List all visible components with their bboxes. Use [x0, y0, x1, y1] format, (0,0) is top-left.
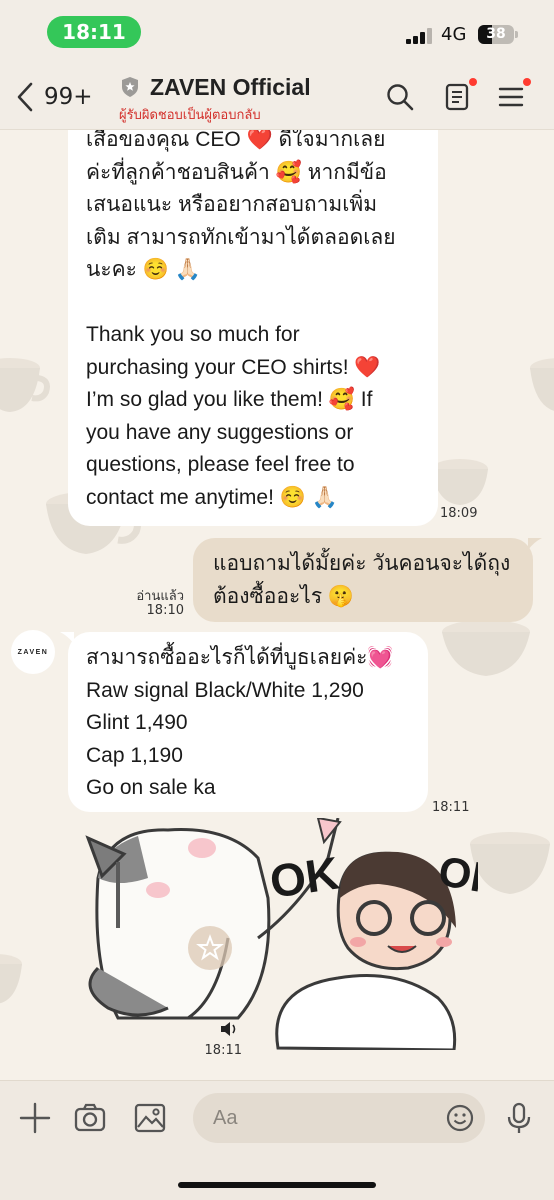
avatar[interactable]: ZAVEN [11, 630, 55, 674]
coffee-cup-icon [470, 832, 550, 894]
back-button[interactable]: 99+ [14, 80, 93, 114]
image-icon[interactable] [133, 1101, 167, 1135]
avatar-text: ZAVEN [17, 648, 49, 656]
message-time: 18:11 [204, 1043, 242, 1058]
shield-icon [122, 77, 138, 97]
message-input[interactable] [213, 1103, 433, 1133]
message-text: เสื้อของคุณ CEO ❤️ ดีใจมากเลย ค่ะที่ลูกค… [86, 130, 396, 509]
sticker-message[interactable]: OK OK [78, 816, 505, 1052]
coffee-cup-icon [442, 620, 530, 676]
battery-icon: 38 [478, 25, 514, 44]
sticker-image: OK OK [85, 816, 505, 1052]
camera-icon[interactable] [73, 1101, 107, 1135]
chat-area[interactable]: เสื้อของคุณ CEO ❤️ ดีใจมากเลย ค่ะที่ลูกค… [0, 130, 554, 1080]
message-text: สามารถซื้ออะไรก็ได้ที่บูธเลยค่ะ💓 Raw sig… [86, 646, 394, 799]
search-icon[interactable] [385, 82, 415, 112]
sticker-ok-left: OK [267, 847, 343, 908]
message-time: 18:09 [440, 506, 478, 521]
status-bar: 18:11 4G 38 [0, 0, 554, 62]
battery-level: 38 [486, 26, 506, 42]
message-bubble-received[interactable]: สามารถซื้ออะไรก็ได้ที่บูธเลยค่ะ💓 Raw sig… [68, 632, 428, 812]
home-indicator[interactable] [178, 1182, 376, 1188]
message-input-container[interactable] [193, 1093, 485, 1143]
coffee-cup-icon [0, 954, 22, 1004]
menu-icon[interactable] [497, 82, 527, 112]
menu-notification-dot [523, 78, 531, 86]
chat-subtitle: ผู้รับผิดชอบเป็นผู้ตอบกลับ [119, 107, 261, 122]
bubble-tail [528, 538, 542, 550]
chevron-left-icon [17, 82, 33, 112]
battery-cap [515, 31, 518, 38]
message-time: 18:10 [146, 603, 184, 618]
notes-icon[interactable] [443, 82, 473, 112]
unread-count: 99+ [44, 84, 93, 110]
cellular-signal-icon [406, 28, 432, 44]
plus-icon[interactable] [18, 1101, 52, 1135]
speaker-icon[interactable] [220, 1022, 238, 1036]
coffee-cup-icon [530, 358, 554, 411]
message-bubble-received[interactable]: เสื้อของคุณ CEO ❤️ ดีใจมากเลย ค่ะที่ลูกค… [68, 130, 438, 526]
network-type: 4G [441, 24, 467, 45]
coffee-cup-icon [0, 358, 50, 412]
star-icon[interactable] [196, 934, 224, 962]
notes-notification-dot [469, 78, 477, 86]
chat-title[interactable]: ZAVEN Official [150, 74, 311, 101]
status-time[interactable]: 18:11 [47, 16, 141, 48]
message-text: แอบถามได้มั้ยค่ะ วันคอนจะได้ถุง ต้องซื้อ… [213, 552, 511, 608]
message-bubble-sent[interactable]: แอบถามได้มั้ยค่ะ วันคอนจะได้ถุง ต้องซื้อ… [193, 538, 533, 622]
microphone-icon[interactable] [502, 1101, 536, 1135]
chat-header: 99+ ZAVEN Official ผู้รับผิดชอบเป็นผู้ตอ… [0, 62, 554, 130]
message-time: 18:11 [432, 800, 470, 815]
smiley-icon[interactable] [445, 1103, 475, 1133]
